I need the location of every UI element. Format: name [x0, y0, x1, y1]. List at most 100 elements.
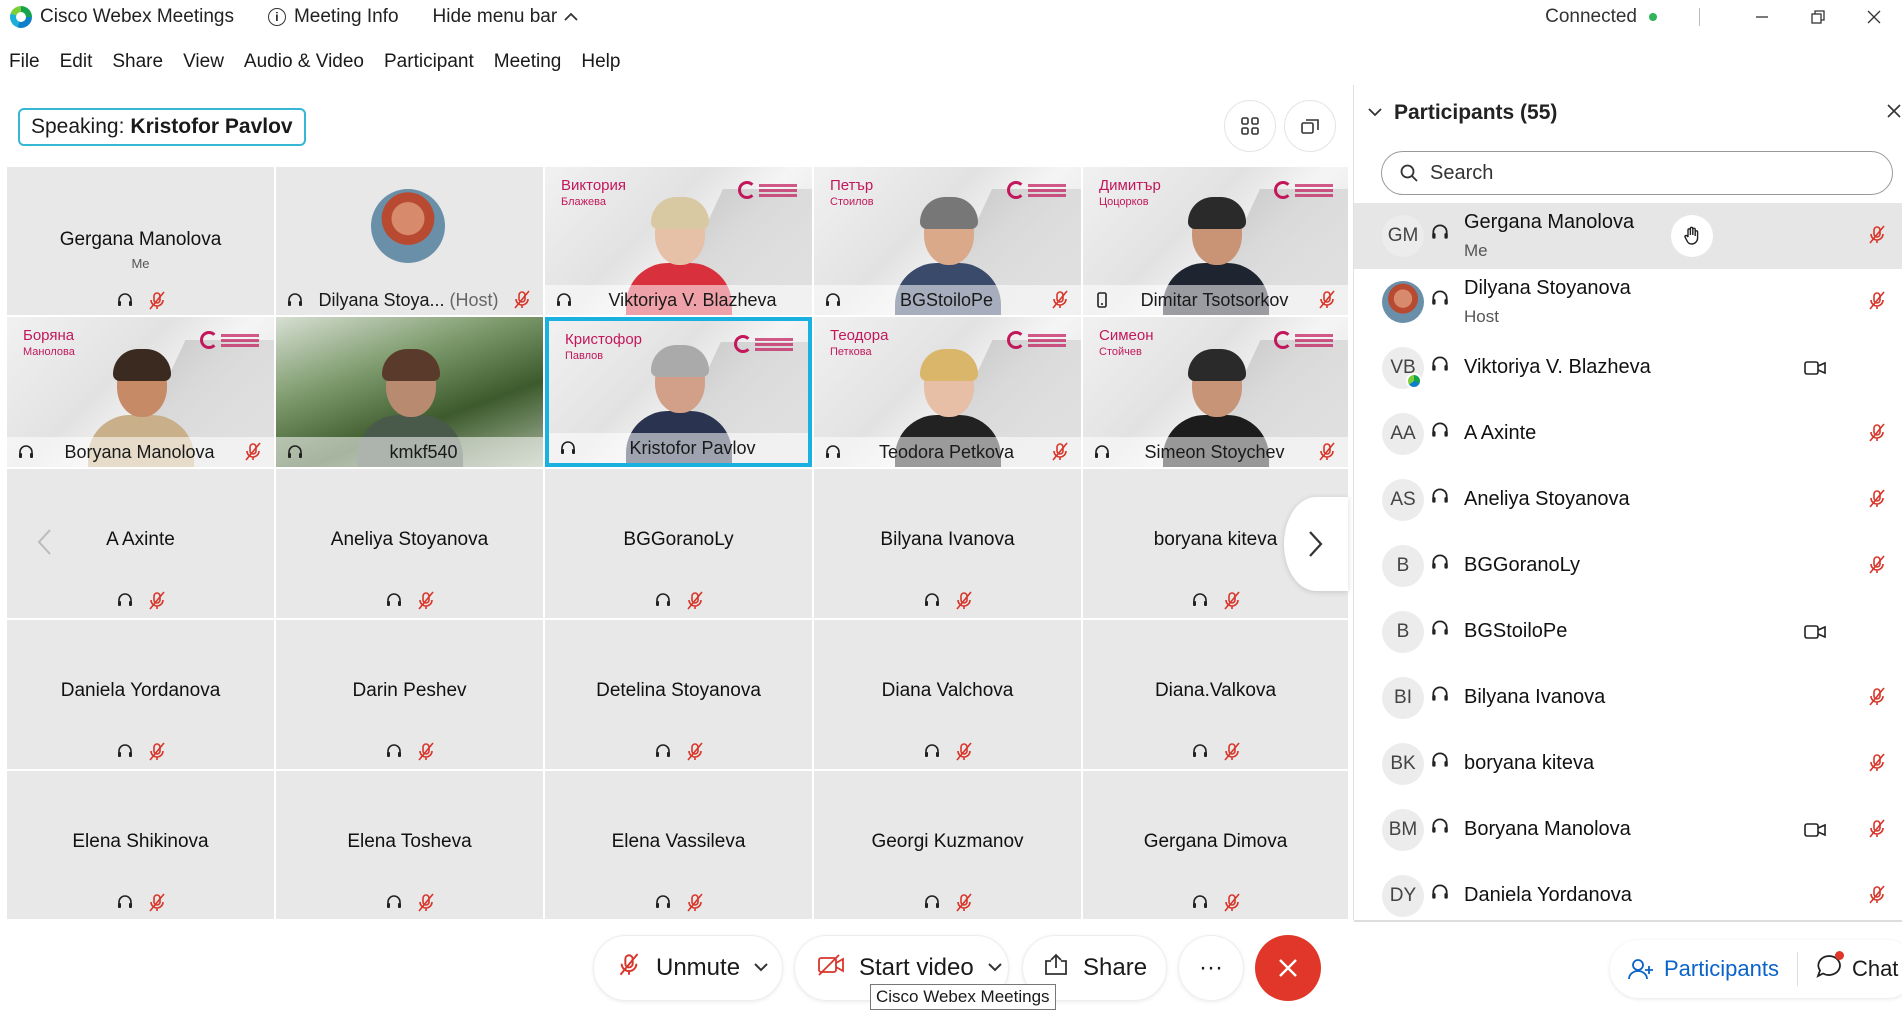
menu-meeting[interactable]: Meeting: [494, 51, 562, 73]
video-tile[interactable]: Darin Peshev: [276, 620, 543, 769]
avatar: VB: [1382, 347, 1424, 389]
menu-help[interactable]: Help: [581, 51, 620, 73]
video-overlay-name: Димитър Цоцорков: [1099, 177, 1161, 208]
video-tile[interactable]: Bilyana Ivanova: [814, 469, 1081, 618]
tile-name: Boryana Manolova: [64, 441, 215, 462]
menu-edit[interactable]: Edit: [60, 51, 93, 73]
headset-icon: [117, 744, 132, 757]
headset-icon: [1432, 356, 1448, 371]
menu-participant[interactable]: Participant: [384, 51, 474, 73]
headset-icon: [1432, 752, 1448, 767]
close-window-button[interactable]: [1846, 0, 1902, 34]
mic-muted-icon: [148, 742, 165, 761]
participant-row[interactable]: AS Aneliya Stoyanova: [1354, 467, 1902, 533]
participant-row[interactable]: BM Boryana Manolova: [1354, 797, 1902, 863]
participant-row[interactable]: B BGGoranoLy: [1354, 533, 1902, 599]
mic-muted-icon: [1052, 290, 1068, 309]
participants-panel: Participants (55) Search GM Gergana Manol…: [1353, 85, 1902, 922]
chevron-down-icon[interactable]: [988, 959, 1002, 977]
mic-muted-icon: [1319, 290, 1335, 309]
mic-muted-icon: [618, 952, 640, 985]
video-tile[interactable]: Симеон Стойчев Simeon Stoychev: [1083, 317, 1348, 467]
list-scrollbar[interactable]: [1354, 920, 1902, 922]
video-tile[interactable]: Detelina Stoyanova: [545, 620, 812, 769]
next-page-button[interactable]: [1284, 497, 1348, 591]
participant-row[interactable]: GM Gergana Manolova Me: [1354, 203, 1902, 269]
mic-muted-icon: [1869, 753, 1885, 772]
participants-tab[interactable]: Participants: [1610, 940, 1797, 998]
video-tile[interactable]: Elena Tosheva: [276, 771, 543, 919]
video-overlay-name: Петър Стоилов: [830, 177, 874, 208]
participant-search[interactable]: Search: [1381, 151, 1893, 195]
close-panel-button[interactable]: [1886, 99, 1902, 125]
previous-page-button[interactable]: [15, 513, 73, 571]
grid-layout-button[interactable]: [1224, 100, 1276, 152]
participant-row[interactable]: B BGStoiloPe: [1354, 599, 1902, 665]
video-tile[interactable]: Теодора Петкова Teodora Petkova: [814, 317, 1081, 467]
headset-icon: [386, 744, 401, 757]
more-options-button[interactable]: ···: [1178, 935, 1244, 1001]
headset-icon: [117, 593, 132, 606]
search-input[interactable]: Search: [1430, 162, 1493, 185]
tile-status-icons: [276, 742, 543, 762]
video-tile[interactable]: Петър Стоилов BGStoiloPe: [814, 167, 1081, 315]
video-tile[interactable]: Diana Valchova: [814, 620, 1081, 769]
video-tile[interactable]: Elena Vassileva: [545, 771, 812, 919]
meeting-info-button[interactable]: i Meeting Info: [267, 6, 399, 28]
minimize-button[interactable]: [1734, 0, 1790, 34]
video-tile[interactable]: Боряна Манолова Boryana Manolova: [7, 317, 274, 467]
chevron-down-icon[interactable]: [754, 959, 768, 977]
mic-muted-icon: [955, 742, 972, 761]
mic-muted-icon: [1869, 885, 1885, 904]
video-tile[interactable]: Elena Shikinova: [7, 771, 274, 919]
raise-hand-button[interactable]: [1671, 215, 1713, 257]
participant-row[interactable]: BK boryana kiteva: [1354, 731, 1902, 797]
menu-audio-video[interactable]: Audio & Video: [244, 51, 364, 73]
participant-row[interactable]: AA A Axinte: [1354, 401, 1902, 467]
grid-icon: [1241, 117, 1259, 135]
menu-share[interactable]: Share: [112, 51, 163, 73]
unmute-button[interactable]: Unmute: [593, 935, 783, 1001]
video-tile[interactable]: Daniela Yordanova: [7, 620, 274, 769]
tile-status-icons: [545, 591, 812, 611]
video-tile[interactable]: Gergana Dimova: [1083, 771, 1348, 919]
tile-name-bar: Dimitar Tsotsorkov: [1083, 285, 1348, 315]
app-title: Cisco Webex Meetings: [40, 6, 234, 27]
video-tile[interactable]: kmkf540: [276, 317, 543, 467]
tile-status-icons: [7, 591, 274, 611]
video-tile[interactable]: Diana.Valkova: [1083, 620, 1348, 769]
popout-layout-button[interactable]: [1284, 100, 1336, 152]
video-tile[interactable]: Dilyana Stoya... (Host): [276, 167, 543, 315]
leave-meeting-button[interactable]: [1255, 935, 1321, 1001]
avatar: B: [1382, 545, 1424, 587]
chat-tab[interactable]: Chat: [1798, 940, 1902, 998]
restore-button[interactable]: [1790, 0, 1846, 34]
headset-icon: [1192, 593, 1207, 606]
tile-name: kmkf540: [389, 441, 458, 462]
tile-name: Teodora Petkova: [878, 441, 1015, 462]
video-tile[interactable]: Gergana Manolova Me: [7, 167, 274, 315]
webex-window: Cisco Webex Meetings i Meeting Info Hide…: [0, 0, 1902, 1012]
hide-menu-bar-button[interactable]: Hide menu bar: [433, 6, 579, 28]
participant-row[interactable]: VB Viktoriya V. Blazheva: [1354, 335, 1902, 401]
participant-row[interactable]: BI Bilyana Ivanova: [1354, 665, 1902, 731]
video-tile[interactable]: Aneliya Stoyanova: [276, 469, 543, 618]
active-speaker-tile[interactable]: Кристофор Павлов Kristofor Pavlov: [545, 317, 812, 467]
video-tile[interactable]: Димитър Цоцорков Dimitar Tsotsorkov: [1083, 167, 1348, 315]
conference-logo-icon: [1274, 179, 1336, 201]
video-tile[interactable]: BGGoranoLy: [545, 469, 812, 618]
tile-name-bar: Viktoriya V. Blazheva: [545, 285, 812, 315]
participant-row[interactable]: Dilyana Stoyanova Host: [1354, 269, 1902, 335]
tile-name: Kristofor Pavlov: [629, 437, 756, 458]
video-tile[interactable]: Georgi Kuzmanov: [814, 771, 1081, 919]
tile-name: Aneliya Stoyanova: [330, 529, 489, 550]
menu-view[interactable]: View: [183, 51, 224, 73]
video-tile[interactable]: Виктория Блажева Viktoriya V. Blazheva: [545, 167, 812, 315]
close-icon: [1887, 104, 1901, 118]
chevron-down-icon[interactable]: [1368, 104, 1382, 122]
participant-name: Gergana Manolova: [1464, 211, 1635, 233]
tile-status-icons: [276, 591, 543, 611]
menu-file[interactable]: File: [9, 51, 40, 73]
participant-name: BGGoranoLy: [1464, 554, 1580, 576]
participants-header[interactable]: Participants (55): [1368, 101, 1557, 125]
